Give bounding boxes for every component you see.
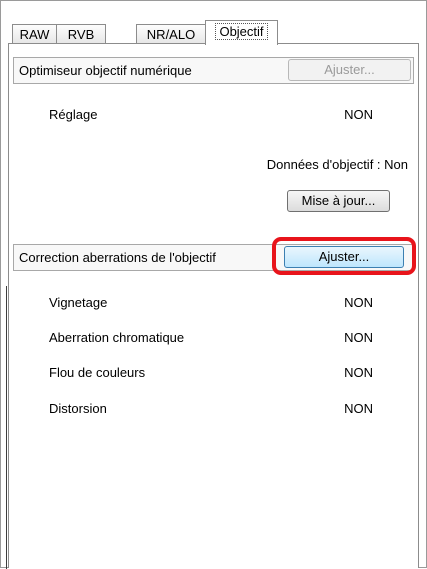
tab-objectif[interactable]: Objectif — [205, 20, 278, 45]
highlight-ring — [272, 237, 416, 275]
update-lens-data-button[interactable]: Mise à jour... — [287, 190, 390, 212]
dlo-adjust-button[interactable]: Ajuster... — [288, 59, 411, 81]
vignetting-label: Vignetage — [49, 295, 108, 310]
chromatic-aberration-value: NON — [344, 330, 373, 345]
tab-raw[interactable]: RAW — [12, 24, 57, 44]
distortion-value: NON — [344, 401, 373, 416]
tab-nr-alo[interactable]: NR/ALO — [136, 24, 206, 44]
color-blur-value: NON — [344, 365, 373, 380]
lens-tool-palette: RAW RVB NR/ALO Objectif Optimiseur objec… — [0, 0, 427, 569]
dlo-setting-value: NON — [344, 107, 373, 122]
left-edge-rule — [6, 286, 7, 569]
vignetting-value: NON — [344, 295, 373, 310]
lens-data-status: Données d'objectif : Non — [266, 157, 408, 172]
dlo-setting-label: Réglage — [49, 107, 98, 122]
dlo-section-title: Optimiseur objectif numérique — [19, 63, 192, 78]
distortion-label: Distorsion — [49, 401, 107, 416]
correction-section-title: Correction aberrations de l'objectif — [19, 250, 216, 265]
color-blur-label: Flou de couleurs — [49, 365, 146, 380]
tab-rvb[interactable]: RVB — [56, 24, 106, 44]
chromatic-aberration-label: Aberration chromatique — [49, 330, 185, 345]
